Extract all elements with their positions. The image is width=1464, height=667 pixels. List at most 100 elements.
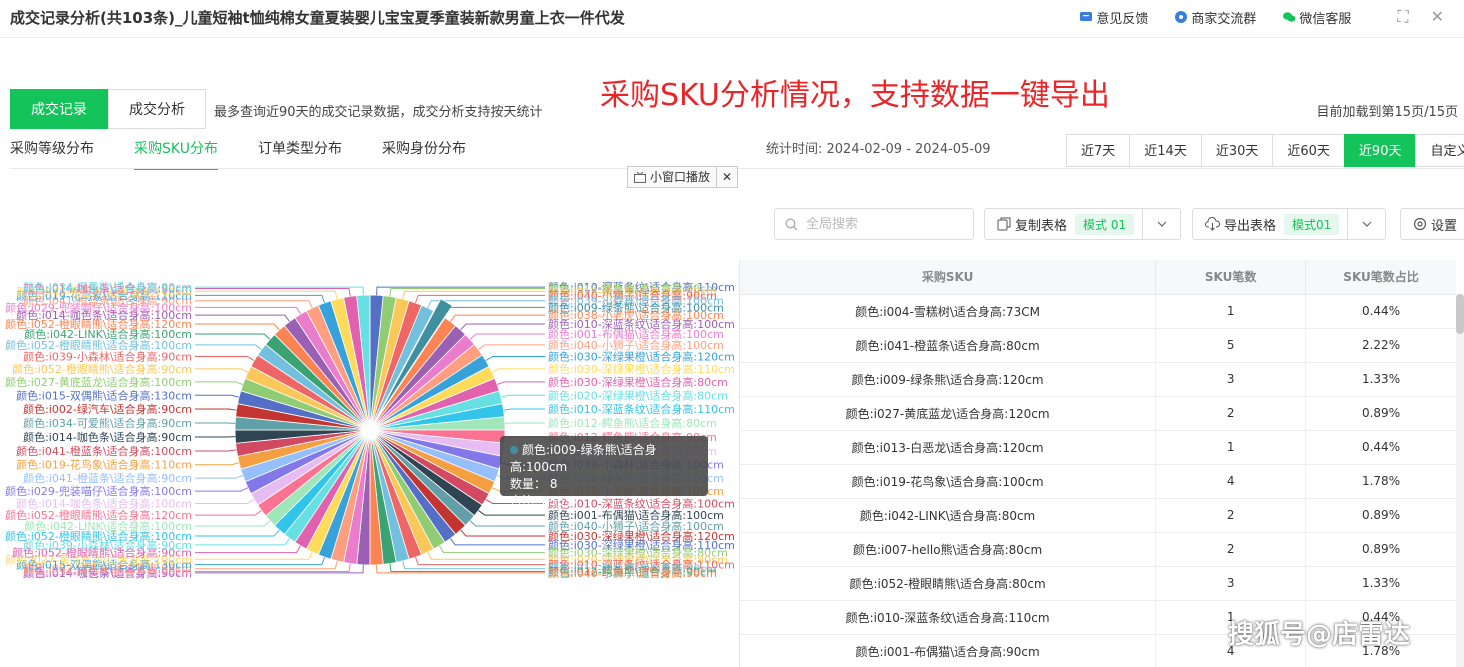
table-scroll-thumb[interactable]: [1456, 294, 1464, 334]
label-leader-line: [469, 520, 545, 527]
title-bar: 成交记录分析(共103条)_儿童短袖t恤纯棉女童夏装婴儿宝宝夏季童装新款男童上衣…: [0, 0, 1464, 38]
stat-time: 统计时间: 2024-02-09 - 2024-05-09: [766, 142, 991, 157]
merchant-group-label: 商家交流群: [1191, 11, 1257, 27]
table-row[interactable]: 颜色:i004-雪糕树\适合身高:73CM 1 0.44%: [740, 294, 1456, 329]
cell-count: 3: [1155, 362, 1307, 397]
tab-purchase-sku[interactable]: 采购SKU分布: [134, 138, 218, 170]
mini-player-close[interactable]: ✕: [717, 167, 737, 187]
feedback-link[interactable]: 意见反馈: [1079, 8, 1148, 27]
label-leader-line: [195, 498, 255, 505]
cell-count: 2: [1155, 498, 1307, 533]
column-header-sku[interactable]: 采购SKU: [740, 260, 1157, 295]
export-mode-dropdown[interactable]: [1347, 209, 1385, 239]
mini-player-label: 小窗口播放: [650, 170, 711, 184]
label-leader-line: [415, 556, 545, 566]
search-icon: [785, 218, 798, 230]
page-info: 目前加载到第15页/15页: [1316, 105, 1458, 120]
pie-label: 颜色:i030-深绿果橙\适合身高:120cm: [548, 349, 735, 363]
pie-label: 颜色:i010-深蓝条纹\适合身高:110cm: [548, 402, 735, 416]
tab-transaction-records[interactable]: 成交记录: [10, 89, 108, 129]
table-body: 颜色:i004-雪糕树\适合身高:73CM 1 0.44% 颜色:i041-橙蓝条\适…: [740, 294, 1456, 667]
merchant-group-link[interactable]: 商家交流群: [1174, 8, 1256, 27]
cell-count: 1: [1155, 430, 1307, 465]
cell-ratio: 1.33%: [1305, 362, 1456, 397]
table-row[interactable]: 颜色:i042-LINK\适合身高:80cm 2 0.89%: [740, 498, 1456, 533]
label-leader-line: [500, 394, 545, 398]
mini-player-button[interactable]: 小窗口播放: [628, 167, 718, 187]
pie-label: 颜色:i019-花鸟象\适合身高:110cm: [16, 458, 192, 472]
cell-sku: 颜色:i010-深蓝条纹\适合身高:110cm: [740, 600, 1157, 635]
label-leader-line: [195, 520, 271, 527]
tooltip-ratio: 占比:3.56%: [510, 494, 577, 508]
range-30d[interactable]: 近30天: [1200, 134, 1274, 167]
tab-purchase-level[interactable]: 采购等级分布: [10, 138, 94, 170]
tooltip-count: 数量： 8: [510, 477, 558, 491]
label-leader-line: [195, 545, 302, 554]
export-table-label: 导出表格: [1224, 218, 1277, 234]
window-title: 成交记录分析(共103条)_儿童短袖t恤纯棉女童夏装婴儿宝宝夏季童装新款男童上衣…: [10, 9, 625, 27]
pie-label: 颜色:i030-深绿果橙\适合身高:110cm: [548, 362, 735, 376]
label-leader-line: [450, 314, 545, 322]
pie-label: 颜色:i015-双偶熊\适合身高:130cm: [16, 388, 192, 402]
view-switcher: 成交记录 成交分析: [10, 89, 206, 129]
label-leader-line: [195, 394, 240, 398]
global-search: [774, 208, 974, 240]
table-row[interactable]: 颜色:i013-白恶龙\适合身高:120cm 1 0.44%: [740, 430, 1456, 465]
label-leader-line: [195, 306, 302, 315]
label-leader-line: [195, 381, 244, 385]
search-input[interactable]: [806, 216, 966, 232]
chart-tooltip: 颜色:i009-绿条熊\适合身高:100cm 数量： 8 占比:3.56%: [500, 436, 708, 508]
tab-order-type[interactable]: 订单类型分布: [258, 138, 342, 170]
table-row[interactable]: 颜色:i007-hello熊\适合身高:80cm 2 0.89%: [740, 532, 1456, 567]
pie-label: 颜色:i014-咖色条\适合身高:100cm: [16, 497, 192, 511]
cell-sku: 颜色:i042-LINK\适合身高:80cm: [740, 498, 1157, 533]
copy-table-button[interactable]: 复制表格 模式 01: [985, 209, 1142, 239]
range-90d[interactable]: 近90天: [1343, 134, 1417, 167]
chevron-down-icon: [1362, 221, 1372, 227]
range-60d[interactable]: 近60天: [1272, 134, 1345, 167]
table-row[interactable]: 颜色:i041-橙蓝条\适合身高:80cm 5 2.22%: [740, 328, 1456, 363]
cell-sku: 颜色:i041-橙蓝条\适合身高:80cm: [740, 328, 1157, 363]
copy-table-label: 复制表格: [1015, 218, 1068, 234]
wechat-support-link[interactable]: 微信客服: [1282, 8, 1351, 27]
cell-sku: 颜色:i004-雪糕树\适合身高:73CM: [740, 294, 1157, 329]
label-leader-line: [195, 449, 237, 452]
tab-purchase-identity[interactable]: 采购身份分布: [382, 138, 466, 170]
table-row[interactable]: 颜色:i019-花鸟象\适合身高:100cm 4 1.78%: [740, 464, 1456, 499]
label-leader-line: [485, 355, 545, 362]
settings-button[interactable]: 设置: [1400, 208, 1464, 240]
label-leader-line: [460, 323, 545, 331]
cell-count: 5: [1155, 328, 1307, 363]
table-row[interactable]: 颜色:i009-绿条熊\适合身高:120cm 3 1.33%: [740, 362, 1456, 397]
pie-label: 颜色:i029-兜装喵仔\适合身高:100cm: [5, 484, 192, 498]
pie-label: 颜色:i041-橙蓝条\适合身高:90cm: [23, 471, 192, 485]
cell-sku: 颜色:i007-hello熊\适合身高:80cm: [740, 532, 1157, 567]
table-row[interactable]: 颜色:i027-黄底蓝龙\适合身高:120cm 2 0.89%: [740, 396, 1456, 431]
cell-sku: 颜色:i052-橙眼睛熊\适合身高:80cm: [740, 566, 1157, 601]
fullscreen-icon[interactable]: ⛶: [1397, 7, 1408, 27]
pie-label: 颜色:i040-小狮子\适合身高:90cm: [548, 566, 717, 580]
range-14d[interactable]: 近14天: [1129, 134, 1202, 167]
column-header-count[interactable]: SKU笔数: [1155, 260, 1307, 295]
settings-label: 设置: [1431, 218, 1458, 234]
tab-transaction-analysis[interactable]: 成交分析: [108, 89, 206, 129]
cell-ratio: 0.44%: [1305, 430, 1456, 465]
label-leader-line: [195, 314, 290, 322]
copy-mode-dropdown[interactable]: [1142, 209, 1180, 239]
column-header-ratio[interactable]: SKU笔数占比: [1305, 260, 1456, 295]
label-leader-line: [195, 408, 237, 411]
export-table-button[interactable]: 导出表格 模式01: [1193, 209, 1347, 239]
label-leader-line: [195, 462, 240, 466]
label-leader-line: [195, 529, 280, 537]
copy-table-tool: 复制表格 模式 01: [984, 208, 1182, 240]
copy-icon: [997, 217, 1011, 231]
cell-ratio: 1.33%: [1305, 566, 1456, 601]
cell-ratio: 1.78%: [1305, 464, 1456, 499]
label-leader-line: [478, 510, 545, 516]
close-icon[interactable]: ✕: [1431, 7, 1444, 27]
table-row[interactable]: 颜色:i052-橙眼睛熊\适合身高:80cm 3 1.33%: [740, 566, 1456, 601]
range-7d[interactable]: 近7天: [1066, 134, 1131, 167]
range-custom[interactable]: 自定义: [1415, 134, 1464, 167]
top-links: 意见反馈 商家交流群 微信客服 ⛶ ✕: [1079, 7, 1444, 27]
table-scrollbar[interactable]: [1456, 294, 1464, 667]
